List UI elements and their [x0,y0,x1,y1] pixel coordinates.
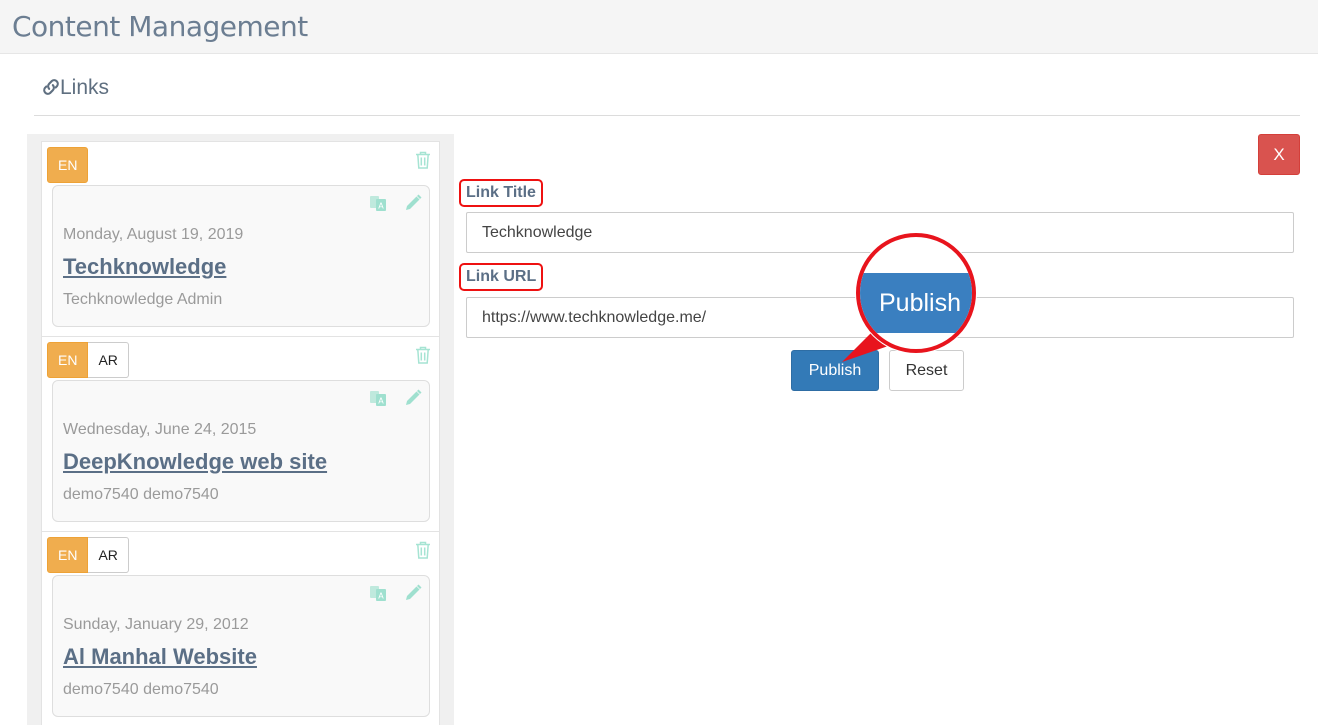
link-date: Monday, August 19, 2019 [63,226,244,243]
links-section-header: Links [34,70,1300,116]
list-item: EN AR A Wednesday, June 24, 2015 DeepKno… [41,336,440,531]
svg-text:A: A [378,202,384,211]
section-title: Links [60,76,110,99]
lang-tab-ar[interactable]: AR [88,537,129,573]
link-title-label: Link Title [459,179,543,207]
trash-icon[interactable] [415,346,431,364]
edit-pencil-icon[interactable] [404,194,422,212]
link-title[interactable]: Al Manhal Website [63,644,257,670]
lang-tab-en[interactable]: EN [47,537,89,573]
link-card: A Monday, August 19, 2019 Techknowledge … [52,185,430,327]
callout-zoom-text: Publish [860,273,972,333]
link-date: Wednesday, June 24, 2015 [63,421,257,438]
link-title[interactable]: DeepKnowledge web site [63,449,327,475]
list-item: EN AR A Sunday, January 29, 2012 Al Manh… [41,531,440,725]
list-item: EN A Monday, August 19, 2019 Techknowled… [41,141,440,336]
svg-text:A: A [378,397,384,406]
language-switcher: EN AR [47,342,129,378]
close-button[interactable]: X [1258,134,1300,175]
link-date: Sunday, January 29, 2012 [63,616,249,633]
zoom-callout: Publish [856,233,976,353]
link-url-label: Link URL [459,263,544,291]
link-author: Techknowledge Admin [63,291,223,308]
link-card: A Sunday, January 29, 2012 Al Manhal Web… [52,575,430,717]
link-author: demo7540 demo7540 [63,681,219,698]
trash-icon[interactable] [415,151,431,169]
link-icon [43,79,59,95]
header-bar: Content Management [0,0,1318,54]
translate-icon[interactable]: A [369,389,387,407]
page-title: Content Management [12,10,308,43]
edit-pencil-icon[interactable] [404,389,422,407]
svg-text:A: A [378,592,384,601]
link-author: demo7540 demo7540 [63,486,219,503]
lang-tab-en[interactable]: EN [47,342,89,378]
lang-tab-ar[interactable]: AR [88,342,129,378]
language-switcher: EN AR [47,537,129,573]
language-switcher: EN [47,147,89,183]
translate-icon[interactable]: A [369,584,387,602]
lang-tab-en[interactable]: EN [47,147,89,183]
trash-icon[interactable] [415,541,431,559]
translate-icon[interactable]: A [369,194,387,212]
edit-pencil-icon[interactable] [404,584,422,602]
link-title[interactable]: Techknowledge [63,254,226,280]
link-card: A Wednesday, June 24, 2015 DeepKnowledge… [52,380,430,522]
links-list: EN A Monday, August 19, 2019 Techknowled… [27,134,454,725]
